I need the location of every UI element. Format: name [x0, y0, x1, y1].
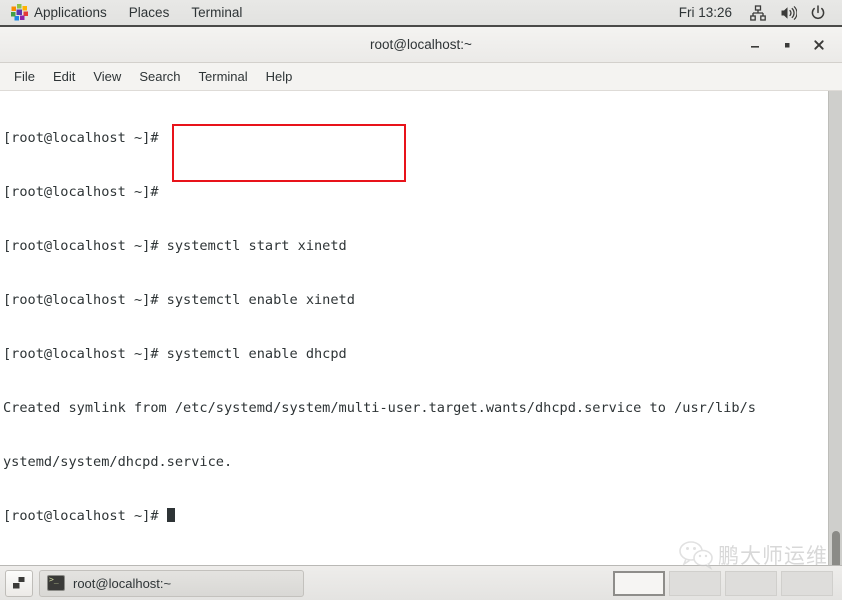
terminal-prompt-line: [root@localhost ~]# — [3, 507, 824, 525]
clock[interactable]: Fri 13:26 — [669, 5, 742, 20]
workspace-2[interactable] — [669, 570, 721, 596]
applications-pinwheel-icon — [11, 4, 28, 21]
terminal-line: [root@localhost ~]# systemctl enable xin… — [3, 292, 355, 308]
terminal-line: [root@localhost ~]# systemctl enable dhc… — [3, 346, 347, 362]
window-list-icon[interactable] — [5, 569, 33, 597]
applications-menu-label: Applications — [34, 5, 107, 20]
power-icon[interactable] — [804, 0, 832, 25]
scrollbar-thumb[interactable] — [832, 531, 840, 565]
applications-menu[interactable]: Applications — [0, 0, 118, 25]
terminal-text: [root@localhost ~]# [root@localhost ~]# … — [3, 93, 824, 561]
window-controls — [740, 27, 834, 62]
top-panel-menus: Applications Places Terminal — [0, 0, 253, 25]
taskbar-window-button[interactable]: root@localhost:~ — [39, 569, 304, 597]
terminal-line: ystemd/system/dhcpd.service. — [3, 454, 233, 470]
menu-file[interactable]: File — [5, 66, 44, 87]
terminal-output-area[interactable]: [root@localhost ~]# [root@localhost ~]# … — [0, 91, 842, 565]
terminal-line: Created symlink from /etc/systemd/system… — [3, 400, 756, 416]
terminal-icon — [47, 575, 65, 591]
terminal-menu-label: Terminal — [191, 5, 243, 20]
terminal-menubar: File Edit View Search Terminal Help — [0, 63, 842, 91]
terminal-line: [root@localhost ~]# systemctl start xine… — [3, 238, 347, 254]
menu-edit[interactable]: Edit — [44, 66, 84, 87]
workspace-4[interactable] — [781, 570, 833, 596]
menu-view[interactable]: View — [84, 66, 130, 87]
top-panel: Applications Places Terminal Fri 13:26 — [0, 0, 842, 27]
workspace-3[interactable] — [725, 570, 777, 596]
network-icon[interactable] — [744, 0, 772, 25]
menu-search[interactable]: Search — [130, 66, 189, 87]
bottom-panel: root@localhost:~ — [0, 565, 842, 600]
places-menu[interactable]: Places — [118, 0, 181, 25]
top-panel-tray: Fri 13:26 — [669, 0, 842, 25]
window-titlebar[interactable]: root@localhost:~ — [0, 27, 842, 63]
maximize-button[interactable] — [772, 30, 802, 60]
menu-help[interactable]: Help — [257, 66, 302, 87]
terminal-prompt: [root@localhost ~]# — [3, 508, 167, 524]
window-title: root@localhost:~ — [370, 37, 472, 52]
places-menu-label: Places — [128, 5, 170, 20]
taskbar-window-label: root@localhost:~ — [73, 575, 172, 591]
terminal-cursor — [166, 508, 175, 522]
terminal-window: root@localhost:~ File Edit View Search T… — [0, 27, 842, 565]
workspace-switcher — [613, 570, 837, 597]
desktop-screen: Applications Places Terminal Fri 13:26 r… — [0, 0, 842, 600]
terminal-scrollbar[interactable] — [828, 91, 842, 565]
menu-terminal[interactable]: Terminal — [190, 66, 257, 87]
volume-icon[interactable] — [774, 0, 802, 25]
close-button[interactable] — [804, 30, 834, 60]
workspace-1[interactable] — [613, 570, 665, 596]
terminal-line: [root@localhost ~]# — [3, 184, 167, 200]
minimize-button[interactable] — [740, 30, 770, 60]
terminal-line: [root@localhost ~]# — [3, 130, 167, 146]
terminal-menu[interactable]: Terminal — [180, 0, 253, 25]
